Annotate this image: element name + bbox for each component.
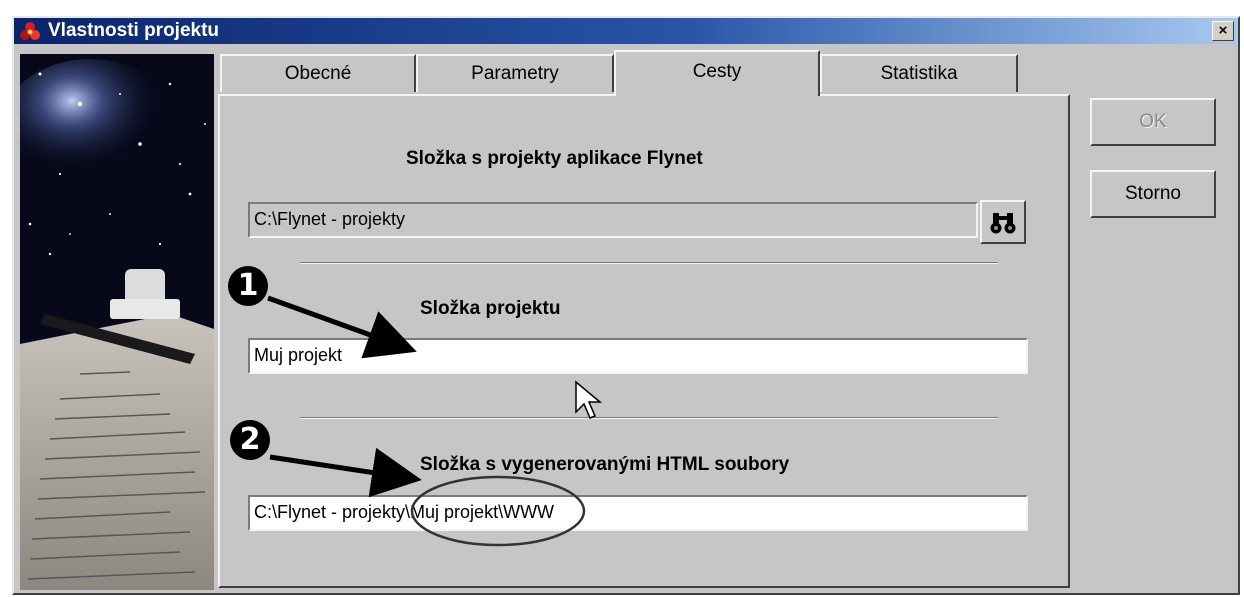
html-output-label: Složka s vygenerovanými HTML soubory [420, 454, 790, 475]
title-bar[interactable]: Vlastnosti projektu × [14, 18, 1238, 44]
browse-button[interactable] [980, 200, 1026, 244]
annotation-marker-2: 2 [230, 420, 270, 460]
html-output-field[interactable]: C:\Flynet - projekty\Muj projekt\WWW [248, 495, 1028, 531]
binoculars-icon [990, 213, 1016, 234]
annotation-marker-1: 1 [228, 266, 268, 306]
project-folder-field[interactable]: Muj projekt [248, 338, 1028, 374]
section-divider [300, 417, 998, 419]
window-title: Vlastnosti projektu [48, 20, 220, 41]
flynet-logo-icon [20, 22, 40, 40]
sidebar-artwork [20, 54, 214, 590]
cancel-button[interactable]: Storno [1090, 170, 1216, 218]
flynet-projects-field[interactable]: C:\Flynet - projekty [248, 202, 978, 238]
close-button[interactable]: × [1212, 21, 1234, 41]
project-properties-dialog: Vlastnosti projektu × Obecné Parametry C… [12, 16, 1240, 595]
tab-general[interactable]: Obecné [220, 54, 416, 92]
ok-button[interactable]: OK [1090, 98, 1216, 146]
project-folder-label: Složka projektu [420, 298, 561, 319]
tab-parameters[interactable]: Parametry [416, 54, 614, 92]
section-divider [300, 262, 998, 264]
flynet-projects-label: Složka s projekty aplikace Flynet [406, 148, 703, 169]
tab-paths[interactable]: Cesty [614, 50, 820, 96]
tab-statistics[interactable]: Statistika [820, 54, 1018, 92]
